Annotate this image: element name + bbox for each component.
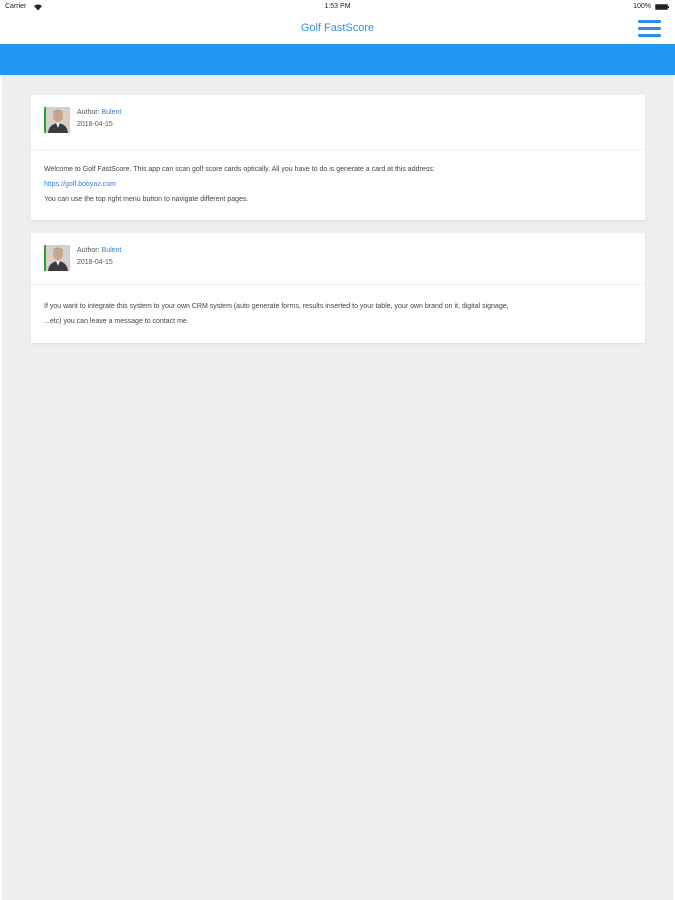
post-card: Author: Bulent 2018-04-15 Welcome to Gol…	[31, 95, 645, 220]
author-name-link[interactable]: Bulent	[102, 247, 122, 254]
app-screen: Carrier 1:53 PM 100% Golf FastScore Auth…	[0, 0, 675, 900]
post-date: 2018-04-15	[77, 259, 113, 266]
post-text-line: ...etc) you can leave a message to conta…	[44, 318, 189, 325]
post-text-line: You can use the top right menu button to…	[44, 196, 249, 203]
person-photo-icon	[46, 107, 70, 133]
author-avatar	[44, 245, 70, 271]
post-date: 2018-04-15	[77, 121, 113, 128]
battery-icon	[655, 4, 669, 10]
person-photo-icon	[46, 245, 70, 271]
header-banner	[0, 44, 675, 75]
website-link[interactable]: https://golf.bobyaz.com	[44, 181, 116, 188]
author-label: Author:	[77, 109, 100, 116]
post-card-header: Author: Bulent 2018-04-15	[31, 95, 645, 150]
hamburger-menu-button[interactable]	[637, 17, 663, 39]
author-name-link[interactable]: Bulent	[102, 109, 122, 116]
post-text-line: Welcome to Golf FastScore. This app can …	[44, 166, 435, 173]
menu-icon-bar-middle	[638, 27, 661, 30]
menu-icon-bar-top	[638, 20, 661, 23]
post-card: Author: Bulent 2018-04-15 If you want to…	[31, 233, 645, 343]
post-body: If you want to integrate this system to …	[44, 299, 634, 329]
author-label: Author:	[77, 247, 100, 254]
author-line: Author: Bulent	[77, 247, 121, 254]
status-bar: Carrier 1:53 PM 100%	[0, 0, 675, 14]
menu-icon-bar-bottom	[638, 34, 661, 37]
battery-percentage: 100%	[633, 3, 651, 10]
post-body: Welcome to Golf FastScore. This app can …	[44, 162, 634, 207]
author-avatar	[44, 107, 70, 133]
author-line: Author: Bulent	[77, 109, 121, 116]
post-text-line: If you want to integrate this system to …	[44, 303, 509, 310]
page-title: Golf FastScore	[300, 22, 375, 34]
posts-feed[interactable]: Author: Bulent 2018-04-15 Welcome to Gol…	[2, 75, 673, 900]
post-card-header: Author: Bulent 2018-04-15	[31, 233, 645, 285]
navigation-bar: Golf FastScore	[0, 14, 675, 44]
status-time: 1:53 PM	[324, 3, 351, 10]
